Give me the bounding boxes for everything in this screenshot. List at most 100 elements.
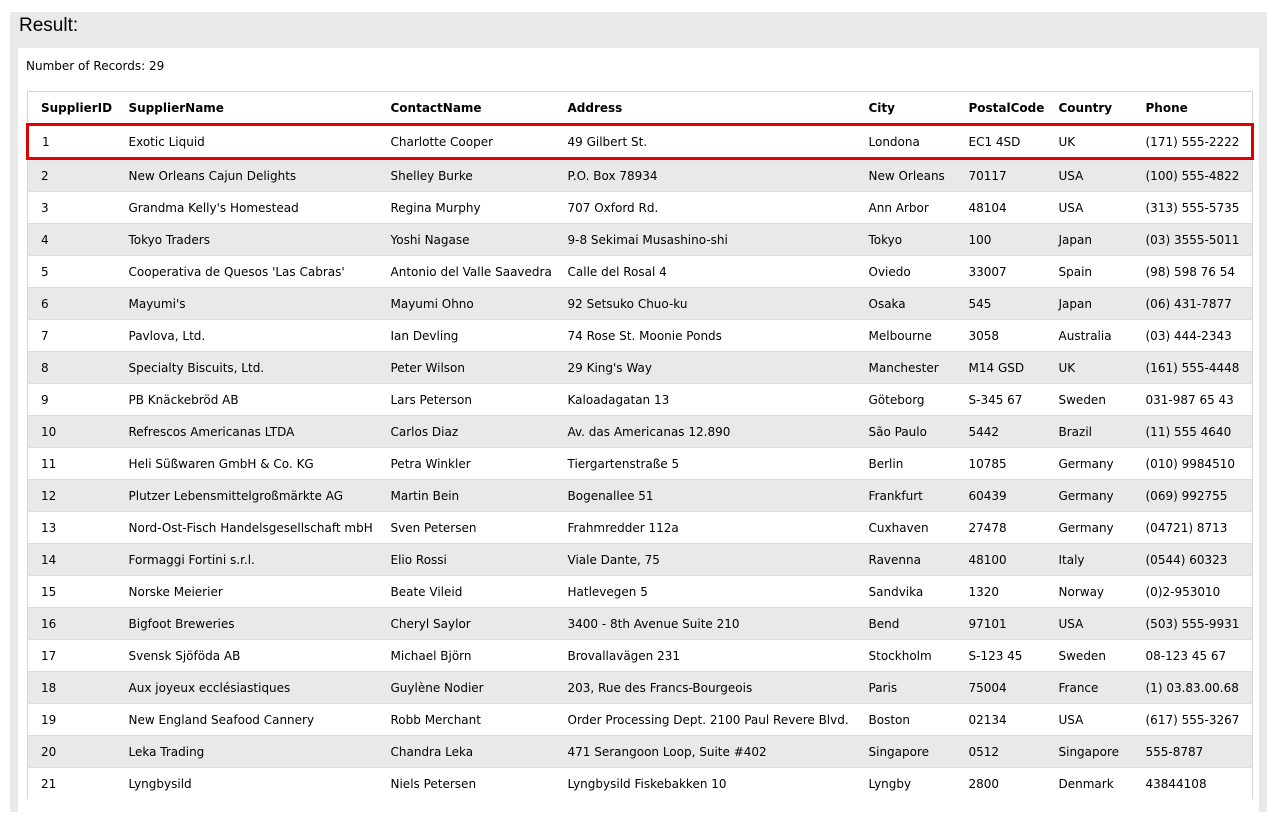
table-cell-country: Sweden	[1045, 639, 1133, 672]
table-cell-country: Japan	[1045, 287, 1133, 320]
table-cell-postalcode: 5442	[955, 415, 1046, 448]
table-cell-country: Spain	[1045, 255, 1133, 288]
table-row: 2 New Orleans Cajun Delights Shelley Burke…	[27, 158, 1253, 192]
column-header-supplierid: SupplierID	[27, 91, 116, 125]
table-row: 17 Svensk Sjöföda AB Michael Björn Brovalla…	[27, 639, 1253, 672]
table-cell-city: Ann Arbor	[855, 191, 956, 224]
table-cell-phone: (069) 992755	[1132, 479, 1253, 512]
table-cell-country: Japan	[1045, 223, 1133, 256]
table-cell-postalcode: 33007	[955, 255, 1046, 288]
table-cell-postalcode: 48104	[955, 191, 1046, 224]
table-cell-postalcode: 0512	[955, 735, 1046, 768]
table-cell-supplierid: 8	[27, 351, 116, 384]
table-cell-contactname: Mayumi Ohno	[377, 287, 555, 320]
records-count: Number of Records: 29	[26, 59, 165, 73]
table-cell-city: Oviedo	[855, 255, 956, 288]
table-cell-supplierid: 18	[27, 671, 116, 704]
table-row: 4 Tokyo Traders Yoshi Nagase 9-8 Sekimai Mu…	[27, 223, 1253, 256]
table-cell-supplierid: 11	[27, 447, 116, 480]
table-cell-supplierid: 16	[27, 607, 116, 640]
table-cell-suppliername: Leka Trading	[115, 735, 378, 768]
result-title: Result:	[19, 15, 79, 36]
table-row: 1 Exotic Liquid Charlotte Cooper 49 Gilbert…	[26, 123, 1254, 160]
table-cell-phone: (1) 03.83.00.68	[1132, 671, 1253, 704]
table-row: 9 PB Knäckebröd AB Lars Peterson Kaloadagat…	[27, 383, 1253, 416]
table-cell-contactname: Chandra Leka	[377, 735, 555, 768]
table-cell-postalcode: 100	[955, 223, 1046, 256]
table-cell-contactname: Beate Vileid	[377, 575, 555, 608]
table-cell-contactname: Ian Devling	[377, 319, 555, 352]
table-cell-address: 203, Rue des Francs-Bourgeois	[554, 671, 856, 704]
table-cell-country: USA	[1045, 158, 1133, 192]
table-cell-supplierid: 7	[27, 319, 116, 352]
table-cell-phone: (0544) 60323	[1132, 543, 1253, 576]
table-cell-country: Denmark	[1045, 767, 1133, 799]
table-cell-postalcode: 97101	[955, 607, 1046, 640]
table-cell-supplierid: 4	[27, 223, 116, 256]
table-cell-contactname: Cheryl Saylor	[377, 607, 555, 640]
table-cell-postalcode: 60439	[955, 479, 1046, 512]
table-cell-phone: 43844108	[1132, 767, 1253, 799]
table-cell-address: Hatlevegen 5	[554, 575, 856, 608]
table-cell-supplierid: 1	[26, 123, 116, 160]
table-row: 14 Formaggi Fortini s.r.l. Elio Rossi Viale…	[27, 543, 1253, 576]
table-cell-contactname: Peter Wilson	[377, 351, 555, 384]
table-cell-supplierid: 3	[27, 191, 116, 224]
table-cell-postalcode: 27478	[955, 511, 1046, 544]
table-cell-phone: (04721) 8713	[1132, 511, 1253, 544]
table-cell-suppliername: Bigfoot Breweries	[115, 607, 378, 640]
table-cell-contactname: Regina Murphy	[377, 191, 555, 224]
table-cell-phone: (010) 9984510	[1132, 447, 1253, 480]
table-header-row: SupplierID SupplierName ContactName Address…	[27, 91, 1253, 125]
table-cell-contactname: Elio Rossi	[377, 543, 555, 576]
table-cell-city: Sandvika	[855, 575, 956, 608]
table-cell-phone: (03) 3555-5011	[1132, 223, 1253, 256]
table-cell-contactname: Shelley Burke	[377, 158, 555, 192]
table-cell-suppliername: Exotic Liquid	[115, 123, 378, 160]
table-cell-city: Tokyo	[855, 223, 956, 256]
table-cell-country: UK	[1045, 351, 1133, 384]
table-cell-postalcode: S-345 67	[955, 383, 1046, 416]
table-cell-address: Kaloadagatan 13	[554, 383, 856, 416]
column-header-contactname: ContactName	[377, 91, 555, 125]
table-cell-city: Göteborg	[855, 383, 956, 416]
table-row: 19 New England Seafood Cannery Robb Mercha…	[27, 703, 1253, 736]
table-cell-country: France	[1045, 671, 1133, 704]
table-cell-postalcode: 70117	[955, 158, 1046, 192]
column-header-suppliername: SupplierName	[115, 91, 378, 125]
table-cell-phone: (503) 555-9931	[1132, 607, 1253, 640]
table-row: 11 Heli Süßwaren GmbH & Co. KG Petra Winkl…	[27, 447, 1253, 480]
table-row: 13 Nord-Ost-Fisch Handelsgesellschaft mbH…	[27, 511, 1253, 544]
table-cell-suppliername: Pavlova, Ltd.	[115, 319, 378, 352]
table-cell-phone: (100) 555-4822	[1132, 158, 1253, 192]
column-header-city: City	[855, 91, 956, 125]
table-cell-address: Brovallavägen 231	[554, 639, 856, 672]
table-cell-phone: 555-8787	[1132, 735, 1253, 768]
table-cell-supplierid: 17	[27, 639, 116, 672]
table-cell-postalcode: M14 GSD	[955, 351, 1046, 384]
table-cell-supplierid: 10	[27, 415, 116, 448]
column-header-postalcode: PostalCode	[955, 91, 1046, 125]
table-cell-country: Brazil	[1045, 415, 1133, 448]
table-cell-contactname: Yoshi Nagase	[377, 223, 555, 256]
table-cell-contactname: Carlos Diaz	[377, 415, 555, 448]
column-header-country: Country	[1045, 91, 1133, 125]
table-row: 10 Refrescos Americanas LTDA Carlos Diaz Av…	[27, 415, 1253, 448]
table-cell-postalcode: 545	[955, 287, 1046, 320]
table-cell-address: P.O. Box 78934	[554, 158, 856, 192]
table-cell-postalcode: 3058	[955, 319, 1046, 352]
table-cell-contactname: Charlotte Cooper	[377, 123, 555, 160]
table-cell-supplierid: 19	[27, 703, 116, 736]
table-cell-phone: (313) 555-5735	[1132, 191, 1253, 224]
table-row: 8 Specialty Biscuits, Ltd. Peter Wilson 29 …	[27, 351, 1253, 384]
table-cell-country: Italy	[1045, 543, 1133, 576]
table-cell-phone: (617) 555-3267	[1132, 703, 1253, 736]
table-cell-address: 49 Gilbert St.	[554, 123, 856, 160]
table-row: 15 Norske Meierier Beate Vileid Hatlevegen …	[27, 575, 1253, 608]
table-cell-suppliername: PB Knäckebröd AB	[115, 383, 378, 416]
table-cell-city: Ravenna	[855, 543, 956, 576]
table-cell-country: Norway	[1045, 575, 1133, 608]
table-cell-phone: (171) 555-2222	[1132, 123, 1254, 160]
table-cell-suppliername: Mayumi's	[115, 287, 378, 320]
table-cell-suppliername: Norske Meierier	[115, 575, 378, 608]
